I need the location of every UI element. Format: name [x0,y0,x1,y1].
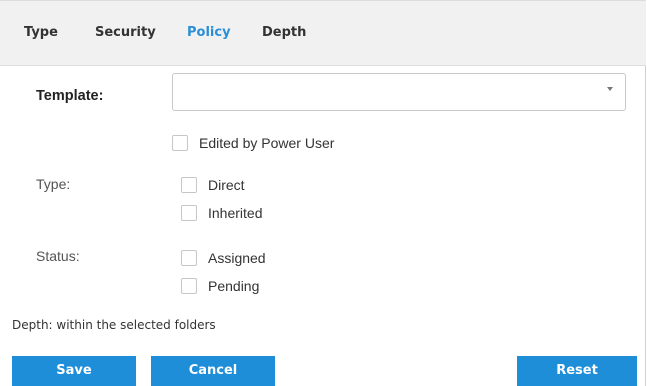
tab-depth[interactable]: Depth [262,25,306,40]
tab-bar: Type Security Policy Depth [0,0,646,66]
type-inherited-label: Inherited [208,205,263,221]
edited-by-power-user-checkbox[interactable]: Edited by Power User [172,135,334,151]
type-direct-checkbox[interactable]: Direct [181,177,245,193]
type-label: Type: [36,176,71,192]
filter-panel: Type Security Policy Depth Template: Edi… [0,0,646,386]
edited-by-power-user-label: Edited by Power User [199,135,335,151]
status-label: Status: [36,248,80,264]
checkbox-box[interactable] [181,177,197,193]
tab-security[interactable]: Security [95,25,156,40]
checkbox-box[interactable] [181,205,197,221]
status-assigned-checkbox[interactable]: Assigned [181,250,266,266]
depth-note: Depth: within the selected folders [12,318,216,332]
status-pending-label: Pending [208,278,260,294]
checkbox-box[interactable] [181,278,197,294]
status-assigned-label: Assigned [208,250,266,266]
checkbox-box[interactable] [172,135,188,151]
type-inherited-checkbox[interactable]: Inherited [181,205,262,221]
tab-policy[interactable]: Policy [187,25,231,40]
cancel-button[interactable]: Cancel [151,356,275,386]
tab-type[interactable]: Type [24,25,58,40]
template-label: Template: [36,88,104,104]
chevron-down-icon [607,87,613,91]
template-select[interactable] [172,73,626,111]
checkbox-box[interactable] [181,250,197,266]
reset-button[interactable]: Reset [517,356,637,386]
status-pending-checkbox[interactable]: Pending [181,278,259,294]
type-direct-label: Direct [208,177,245,193]
save-button[interactable]: Save [12,356,136,386]
